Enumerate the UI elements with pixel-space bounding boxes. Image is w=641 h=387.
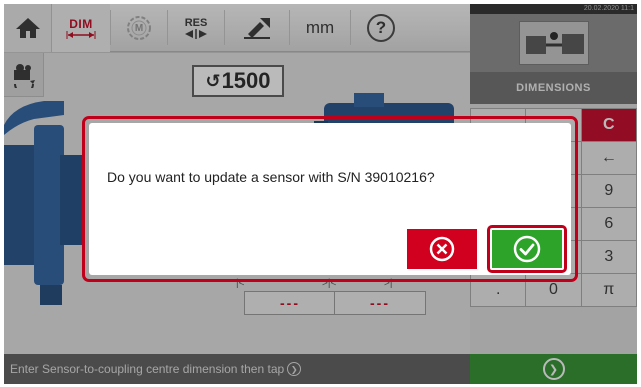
confirm-highlight-frame <box>487 225 567 273</box>
cancel-icon <box>429 236 455 262</box>
confirm-button[interactable] <box>492 230 562 268</box>
cancel-button[interactable] <box>407 229 477 269</box>
dialog-highlight-frame: Do you want to update a sensor with S/N … <box>82 116 578 282</box>
check-icon <box>513 235 541 263</box>
app-window: DIM M RES mm ? ↺ 1500 |< >|< >| --- --- … <box>4 4 637 384</box>
modal-overlay: Do you want to update a sensor with S/N … <box>4 4 637 384</box>
dialog-message: Do you want to update a sensor with S/N … <box>107 169 435 185</box>
update-sensor-dialog: Do you want to update a sensor with S/N … <box>89 123 571 275</box>
